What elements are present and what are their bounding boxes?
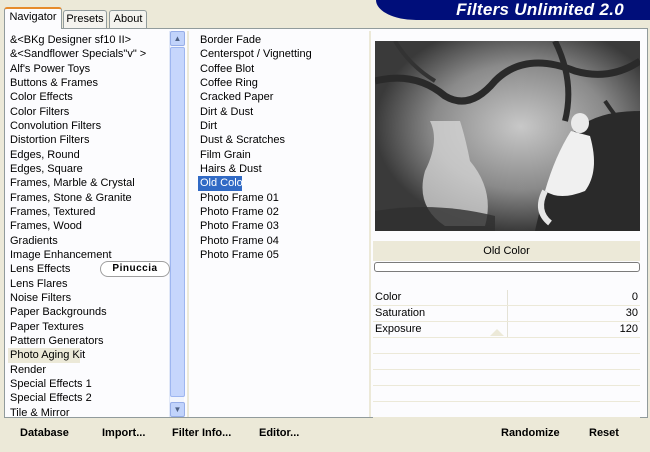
param-saturation[interactable]: Saturation 30 — [373, 306, 640, 322]
category-item[interactable]: Color Filters — [8, 105, 168, 119]
category-scrollbar[interactable]: ▲ ▼ — [169, 31, 185, 417]
filter-info-button[interactable]: Filter Info... — [172, 424, 231, 442]
tab-about[interactable]: About — [109, 10, 147, 28]
filter-item[interactable]: Coffee Ring — [198, 76, 338, 90]
param-tick — [507, 306, 508, 321]
randomize-button[interactable]: Randomize — [501, 424, 560, 442]
category-list: &<BKg Designer sf10 II> &<Sandflower Spec… — [8, 33, 168, 420]
app-title: Filters Unlimited 2.0 — [376, 0, 650, 20]
database-button[interactable]: Database — [20, 424, 69, 442]
category-item[interactable]: Tile & Mirror — [8, 406, 168, 420]
param-tick — [507, 322, 508, 337]
category-item[interactable]: &<BKg Designer sf10 II> — [8, 33, 168, 47]
filter-item[interactable]: Hairs & Dust — [198, 162, 338, 176]
category-item[interactable]: Special Effects 2 — [8, 391, 168, 405]
filter-item[interactable]: Dirt & Dust — [198, 105, 338, 119]
preview-filter-name: Old Color — [373, 241, 640, 261]
param-color[interactable]: Color 0 — [373, 290, 640, 306]
bottom-toolbar: Database Import... Filter Info... Editor… — [4, 420, 648, 446]
watermark-logo: Pinuccia — [100, 261, 170, 277]
filter-item[interactable]: Old Color — [198, 176, 246, 191]
category-item[interactable]: Gradients — [8, 234, 168, 248]
category-item[interactable]: Paper Textures — [8, 320, 168, 334]
param-label: Color — [375, 291, 402, 303]
category-item[interactable]: Frames, Wood — [8, 219, 168, 233]
filter-item[interactable]: Coffee Blot — [198, 62, 338, 76]
category-item[interactable]: Noise Filters — [8, 291, 168, 305]
param-empty-row — [373, 386, 640, 402]
scroll-down-button[interactable]: ▼ — [170, 402, 185, 417]
scroll-up-button[interactable]: ▲ — [170, 31, 185, 46]
filter-item[interactable]: Dirt — [198, 119, 338, 133]
param-empty-row — [373, 338, 640, 354]
category-item[interactable]: Edges, Round — [8, 148, 168, 162]
param-empty-row — [373, 354, 640, 370]
param-tick — [507, 290, 508, 305]
filter-item[interactable]: Photo Frame 02 — [198, 205, 338, 219]
category-item[interactable]: Paper Backgrounds — [8, 305, 168, 319]
category-item[interactable]: Convolution Filters — [8, 119, 168, 133]
category-item[interactable]: &<Sandflower Specials"v" > — [8, 47, 168, 61]
category-item[interactable]: Render — [8, 363, 168, 377]
scroll-thumb[interactable] — [170, 47, 185, 397]
preview-image — [375, 41, 640, 231]
category-item[interactable]: Special Effects 1 — [8, 377, 168, 391]
filter-list: Border Fade Centerspot / Vignetting Coffee… — [198, 33, 338, 262]
filter-item[interactable]: Film Grain — [198, 148, 338, 162]
param-empty-row — [373, 370, 640, 386]
filter-item[interactable]: Centerspot / Vignetting — [198, 47, 338, 61]
category-item[interactable]: Pattern Generators — [8, 334, 168, 348]
category-item[interactable]: Photo Aging Kit — [8, 348, 85, 363]
list-divider — [187, 31, 189, 417]
param-label: Saturation — [375, 307, 426, 319]
param-exposure[interactable]: Exposure 120 — [373, 322, 640, 338]
filter-item[interactable]: Dust & Scratches — [198, 133, 338, 147]
preview-scene — [375, 41, 640, 231]
category-item[interactable]: Alf's Power Toys — [8, 62, 168, 76]
filter-item[interactable]: Photo Frame 05 — [198, 248, 338, 262]
category-item[interactable]: Edges, Square — [8, 162, 168, 176]
param-value: 30 — [625, 307, 638, 319]
progress-bar — [374, 262, 640, 272]
filter-item[interactable]: Photo Frame 04 — [198, 234, 338, 248]
category-item[interactable]: Color Effects — [8, 90, 168, 104]
category-item[interactable]: Frames, Stone & Granite — [8, 191, 168, 205]
preview-divider — [369, 31, 371, 417]
editor-button[interactable]: Editor... — [259, 424, 299, 442]
param-label: Exposure — [375, 323, 422, 335]
filter-item[interactable]: Cracked Paper — [198, 90, 338, 104]
import-button[interactable]: Import... — [102, 424, 145, 442]
category-item[interactable]: Buttons & Frames — [8, 76, 168, 90]
tab-navigator[interactable]: Navigator — [4, 7, 62, 29]
reset-button[interactable]: Reset — [589, 424, 619, 442]
tab-presets[interactable]: Presets — [63, 10, 107, 28]
filter-item[interactable]: Border Fade — [198, 33, 338, 47]
category-item[interactable]: Frames, Marble & Crystal — [8, 176, 168, 190]
category-item[interactable]: Distortion Filters — [8, 133, 168, 147]
param-value: 0 — [631, 291, 638, 303]
param-value: 120 — [619, 323, 638, 335]
category-item[interactable]: Lens Flares — [8, 277, 168, 291]
filter-item[interactable]: Photo Frame 01 — [198, 191, 338, 205]
category-item[interactable]: Frames, Textured — [8, 205, 168, 219]
param-empty-row — [373, 402, 640, 418]
filter-item[interactable]: Photo Frame 03 — [198, 219, 338, 233]
param-caret-indicator — [490, 329, 504, 336]
